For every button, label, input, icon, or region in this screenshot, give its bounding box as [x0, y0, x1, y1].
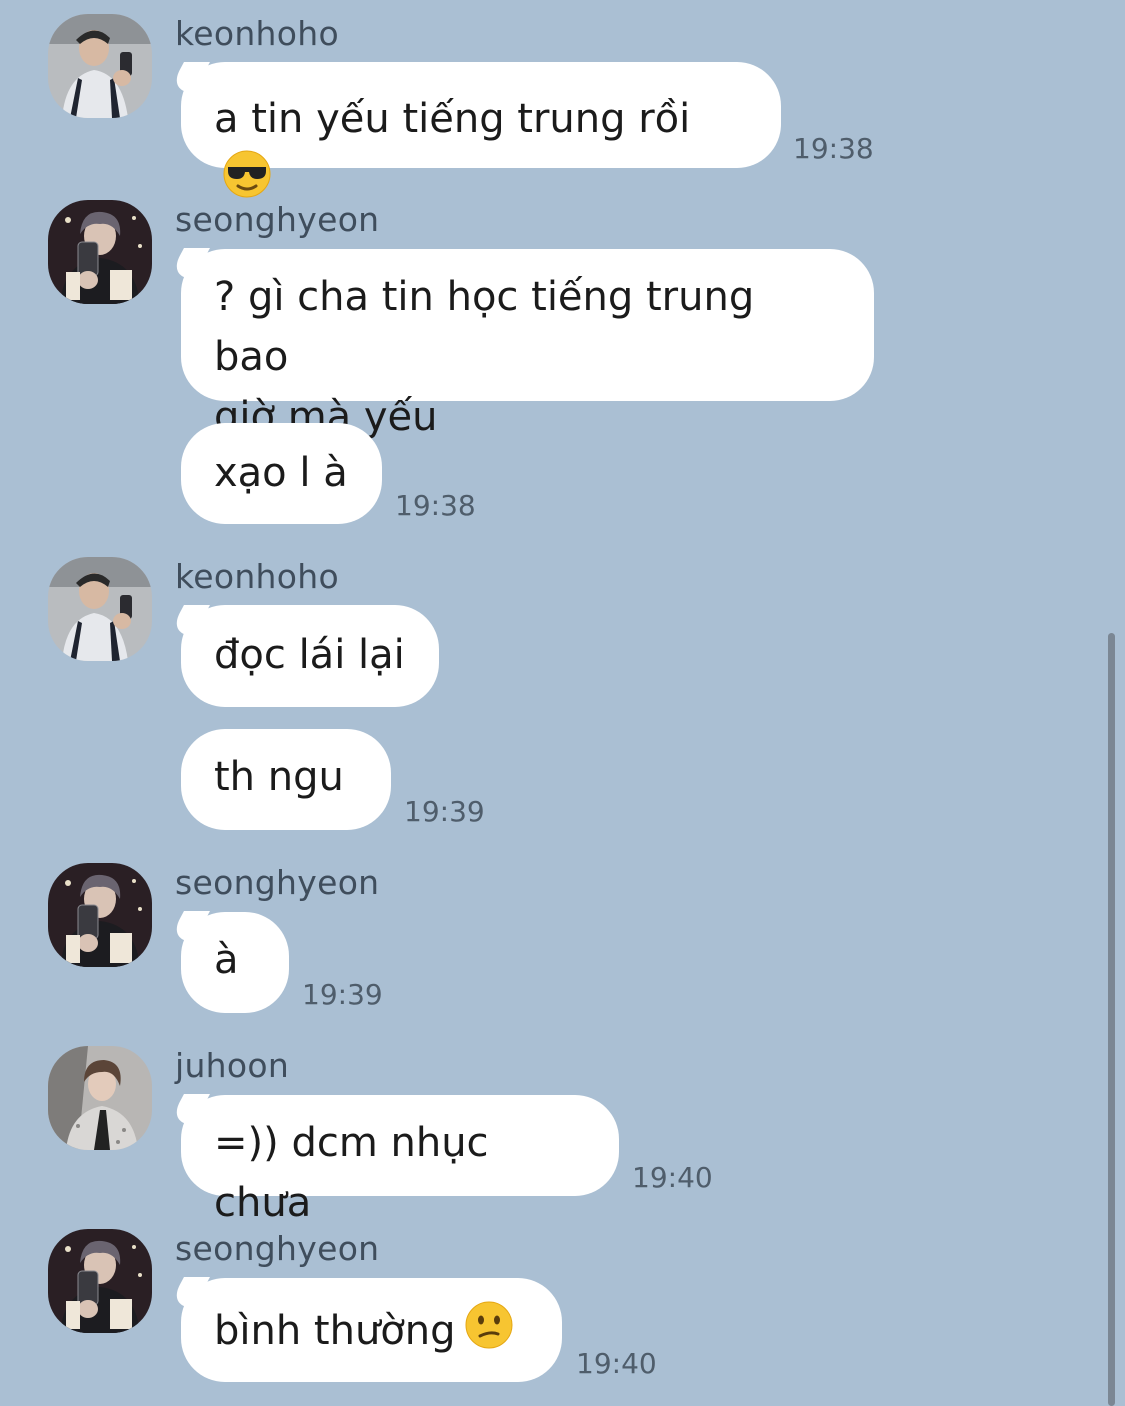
profile-photo-icon — [48, 1229, 152, 1333]
scrollbar-thumb[interactable] — [1108, 633, 1115, 1406]
sender-name: keonhoho — [175, 557, 339, 596]
profile-photo-icon — [48, 200, 152, 304]
message-text: à — [214, 937, 239, 983]
avatar-seonghyeon[interactable] — [48, 863, 152, 967]
avatar-seonghyeon[interactable] — [48, 200, 152, 304]
avatar-seonghyeon[interactable] — [48, 1229, 152, 1333]
message-timestamp: 19:38 — [395, 489, 476, 522]
confused-emoji-icon — [464, 1300, 514, 1367]
message-timestamp: 19:38 — [793, 132, 874, 165]
message-text: bình thường — [214, 1308, 456, 1354]
profile-photo-icon — [48, 14, 152, 118]
message-text: a tin yếu tiếng trung rồi — [214, 96, 691, 142]
sender-name: seonghyeon — [175, 863, 380, 902]
sender-name: seonghyeon — [175, 200, 380, 239]
sender-name: seonghyeon — [175, 1229, 380, 1268]
profile-photo-icon — [48, 1046, 152, 1150]
profile-photo-icon — [48, 557, 152, 661]
message-bubble[interactable]: a tin yếu tiếng trung rồi — [181, 62, 781, 198]
sender-name: juhoon — [175, 1046, 290, 1085]
message-bubble[interactable]: à — [181, 912, 289, 1013]
chat-message-list[interactable]: keonhoho a tin yếu tiếng trung rồi 19:38… — [0, 0, 1125, 1406]
message-timestamp: 19:39 — [302, 978, 383, 1011]
avatar-keonhoho[interactable] — [48, 14, 152, 118]
message-text: ? gì cha tin học tiếng trung bao giờ mà … — [214, 274, 755, 440]
message-text: xạo l à — [214, 450, 348, 496]
message-bubble[interactable]: th ngu — [181, 729, 391, 830]
message-bubble[interactable]: đọc lái lại — [181, 605, 439, 707]
message-text: đọc lái lại — [214, 632, 405, 678]
message-timestamp: 19:40 — [576, 1347, 657, 1380]
avatar-keonhoho[interactable] — [48, 557, 152, 661]
message-text: th ngu — [214, 754, 344, 800]
sender-name: keonhoho — [175, 14, 339, 53]
avatar-juhoon[interactable] — [48, 1046, 152, 1150]
message-text: =)) dcm nhục chưa — [214, 1120, 502, 1226]
message-bubble[interactable]: xạo l à — [181, 423, 382, 524]
message-bubble[interactable]: bình thường — [181, 1278, 562, 1382]
message-timestamp: 19:40 — [632, 1161, 713, 1194]
message-bubble[interactable]: ? gì cha tin học tiếng trung bao giờ mà … — [181, 249, 874, 440]
message-timestamp: 19:39 — [404, 795, 485, 828]
profile-photo-icon — [48, 863, 152, 967]
message-bubble[interactable]: =)) dcm nhục chưa — [181, 1095, 619, 1226]
